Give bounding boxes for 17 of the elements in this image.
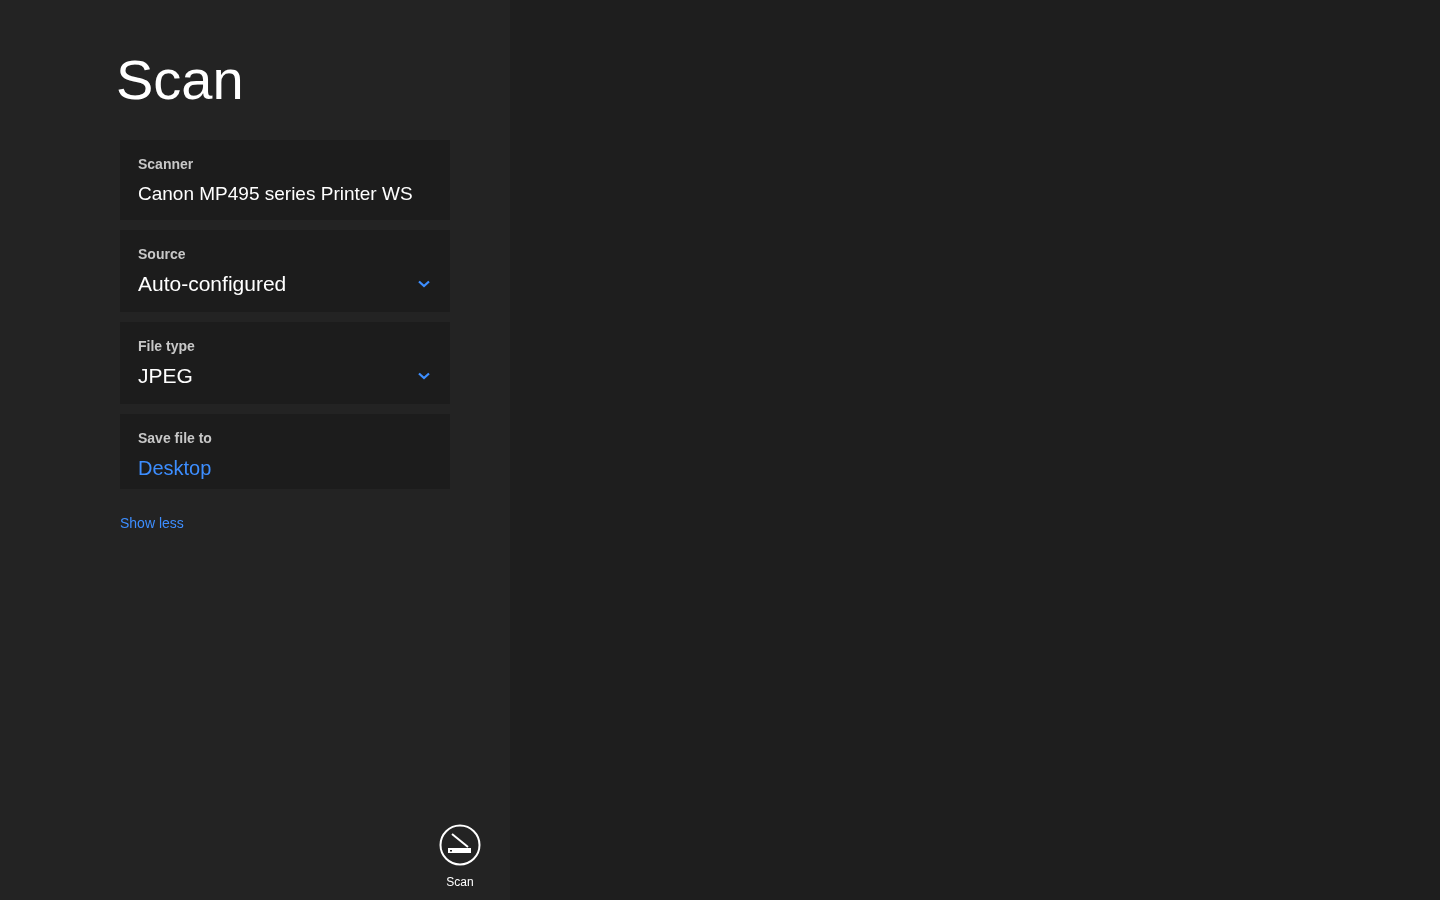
chevron-down-icon [418,280,430,288]
folder-link[interactable]: Desktop [138,454,212,482]
field-label: Scanner [138,155,195,174]
show-less-link[interactable]: Show less [120,513,184,534]
field-value: JPEG [138,363,193,389]
field-label: File type [138,337,196,356]
field-label: Source [138,245,187,264]
setting-card[interactable]: Save file to Desktop [120,414,450,489]
page-title: Scan [116,47,245,113]
field-value: Auto-configured [138,271,287,297]
dropdown-field[interactable]: File type JPEG [120,322,450,404]
dropdown-field[interactable]: Source Auto-configured [120,230,450,312]
chevron-down-icon [418,372,430,380]
field-label: Save file to [138,429,213,448]
scan-button[interactable]: Scan [436,824,484,890]
scanner-icon [439,824,481,866]
field-value: Canon MP495 series Printer WS [138,182,413,206]
